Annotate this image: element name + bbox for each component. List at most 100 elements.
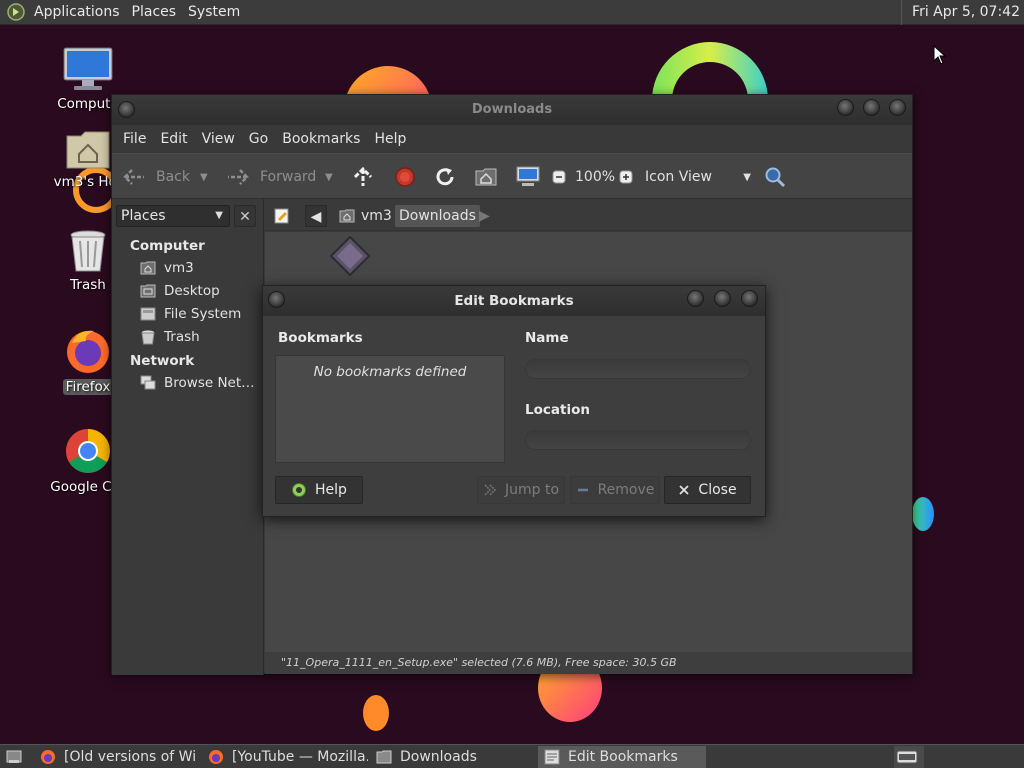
- bookmarks-label: Bookmarks: [278, 330, 363, 346]
- location-field[interactable]: [525, 430, 751, 450]
- applications-menu[interactable]: Applications: [28, 0, 126, 25]
- menu-file[interactable]: File: [116, 131, 153, 147]
- task-downloads[interactable]: Downloads: [370, 746, 536, 768]
- sidebar-item-label: vm3: [164, 260, 194, 276]
- chevron-down-icon: ▼: [743, 171, 751, 183]
- sidebar-item-label: Desktop: [164, 283, 220, 299]
- zoom-out-icon: [552, 170, 566, 184]
- task-label: Edit Bookmarks: [568, 749, 678, 765]
- zoom-in-button[interactable]: [619, 154, 633, 200]
- chrome-icon: [66, 429, 110, 473]
- trash-icon: [141, 330, 155, 345]
- dialog-close-button[interactable]: [741, 290, 758, 307]
- toolbar: Back ▼ Forward ▼ 100% Icon View ▼: [112, 153, 912, 199]
- dialog-minimize-button[interactable]: [687, 290, 704, 307]
- sidebar-item-desktop[interactable]: Desktop: [140, 281, 220, 301]
- clock[interactable]: Fri Apr 5, 07:42: [901, 0, 1024, 25]
- name-field[interactable]: [525, 359, 751, 379]
- back-button[interactable]: Back: [122, 154, 190, 200]
- breadcrumb-scroll-left[interactable]: ◀: [305, 205, 327, 227]
- sidebar-item-label: Trash: [164, 329, 200, 345]
- sidebar-item-vm3[interactable]: vm3: [140, 258, 194, 278]
- desktop-icon-label: Trash: [70, 277, 106, 293]
- breadcrumb-vm3[interactable]: vm3: [335, 205, 396, 227]
- dialog-maximize-button[interactable]: [714, 290, 731, 307]
- toggle-location-entry-button[interactable]: [271, 205, 293, 227]
- places-menu[interactable]: Places: [126, 0, 183, 25]
- computer-button[interactable]: [516, 154, 540, 200]
- sidebar-item-label: Browse Net…: [164, 375, 255, 391]
- sidebar-type-select[interactable]: Places ▼: [116, 205, 230, 227]
- distro-logo-icon[interactable]: [6, 2, 26, 22]
- name-label: Name: [525, 330, 569, 346]
- maximize-button[interactable]: [863, 99, 880, 116]
- window-list-icon: [896, 750, 918, 764]
- empty-list-message: No bookmarks defined: [313, 364, 467, 380]
- desktop-icon-label: Firefox: [62, 379, 114, 395]
- sidebar-heading-computer: Computer: [130, 238, 205, 254]
- system-menu[interactable]: System: [182, 0, 246, 25]
- home-folder-icon: [339, 209, 355, 223]
- forward-history-dropdown[interactable]: ▼: [325, 154, 333, 200]
- menu-go[interactable]: Go: [242, 131, 275, 147]
- show-desktop-button[interactable]: [2, 746, 26, 768]
- bookmarks-list[interactable]: No bookmarks defined: [275, 355, 505, 463]
- notification-area-button[interactable]: [894, 746, 924, 768]
- sidebar-item-trash[interactable]: Trash: [140, 327, 200, 347]
- menu-view[interactable]: View: [195, 131, 242, 147]
- task-firefox-youtube[interactable]: [YouTube — Mozilla…: [202, 746, 368, 768]
- menu-edit[interactable]: Edit: [153, 131, 194, 147]
- breadcrumb-scroll-right[interactable]: ▶: [479, 205, 490, 227]
- top-panel: Applications Places System Fri Apr 5, 07…: [0, 0, 1024, 25]
- mouse-cursor-icon: [933, 45, 947, 65]
- drive-icon: [140, 307, 156, 321]
- chevron-down-icon: ▼: [215, 210, 223, 221]
- edit-bookmarks-dialog: Edit Bookmarks Bookmarks No bookmarks de…: [262, 285, 766, 517]
- task-firefox-old-versions[interactable]: [Old versions of Wi…: [34, 746, 196, 768]
- task-label: Downloads: [400, 749, 477, 765]
- up-button[interactable]: [352, 154, 374, 200]
- breadcrumb-label: Downloads: [399, 208, 476, 224]
- reload-icon: [436, 168, 454, 186]
- back-label: Back: [156, 169, 190, 185]
- zoom-out-button[interactable]: [552, 154, 566, 200]
- close-window-button[interactable]: [889, 99, 906, 116]
- stop-button[interactable]: [394, 154, 416, 200]
- remove-icon: [577, 488, 588, 492]
- remove-button[interactable]: Remove: [570, 476, 660, 504]
- reload-button[interactable]: [434, 154, 456, 200]
- close-sidebar-button[interactable]: ✕: [234, 205, 256, 227]
- forward-button[interactable]: Forward: [226, 154, 316, 200]
- view-mode-select[interactable]: Icon View ▼: [645, 154, 751, 200]
- help-button[interactable]: Help: [275, 476, 363, 504]
- close-button[interactable]: Close: [664, 476, 751, 504]
- task-edit-bookmarks[interactable]: Edit Bookmarks: [538, 746, 706, 768]
- firefox-icon: [67, 330, 109, 373]
- file-icon-exe[interactable]: [329, 235, 371, 277]
- home-folder-icon: [475, 168, 497, 186]
- task-label: [Old versions of Wi…: [64, 749, 196, 765]
- jump-to-button[interactable]: Jump to: [477, 476, 565, 504]
- location-label: Location: [525, 402, 590, 418]
- home-button[interactable]: [475, 154, 497, 200]
- zoom-level: 100%: [575, 169, 616, 185]
- menu-bookmarks[interactable]: Bookmarks: [275, 131, 367, 147]
- task-label: [YouTube — Mozilla…: [232, 749, 368, 765]
- sidebar-item-label: File System: [164, 306, 242, 322]
- sidebar-item-file-system[interactable]: File System: [140, 304, 241, 324]
- sidebar-item-browse-network[interactable]: Browse Net…: [140, 373, 255, 393]
- menu-help[interactable]: Help: [367, 131, 413, 147]
- minimize-button[interactable]: [837, 99, 854, 116]
- breadcrumb-downloads[interactable]: Downloads: [395, 205, 480, 227]
- window-title: Downloads: [471, 102, 553, 117]
- sidebar-heading-network: Network: [130, 353, 195, 369]
- back-history-dropdown[interactable]: ▼: [200, 154, 208, 200]
- dialog-titlebar[interactable]: Edit Bookmarks: [263, 286, 765, 316]
- search-button[interactable]: [764, 154, 786, 200]
- network-icon: [140, 375, 156, 390]
- places-sidebar: Places ▼ ✕ Computer vm3 Desktop File Sys…: [112, 199, 264, 675]
- taskbar: [Old versions of Wi… [YouTube — Mozilla……: [0, 744, 1024, 768]
- desktop-folder-icon: [140, 284, 156, 298]
- close-icon: [679, 485, 690, 495]
- window-titlebar[interactable]: Downloads: [112, 95, 912, 125]
